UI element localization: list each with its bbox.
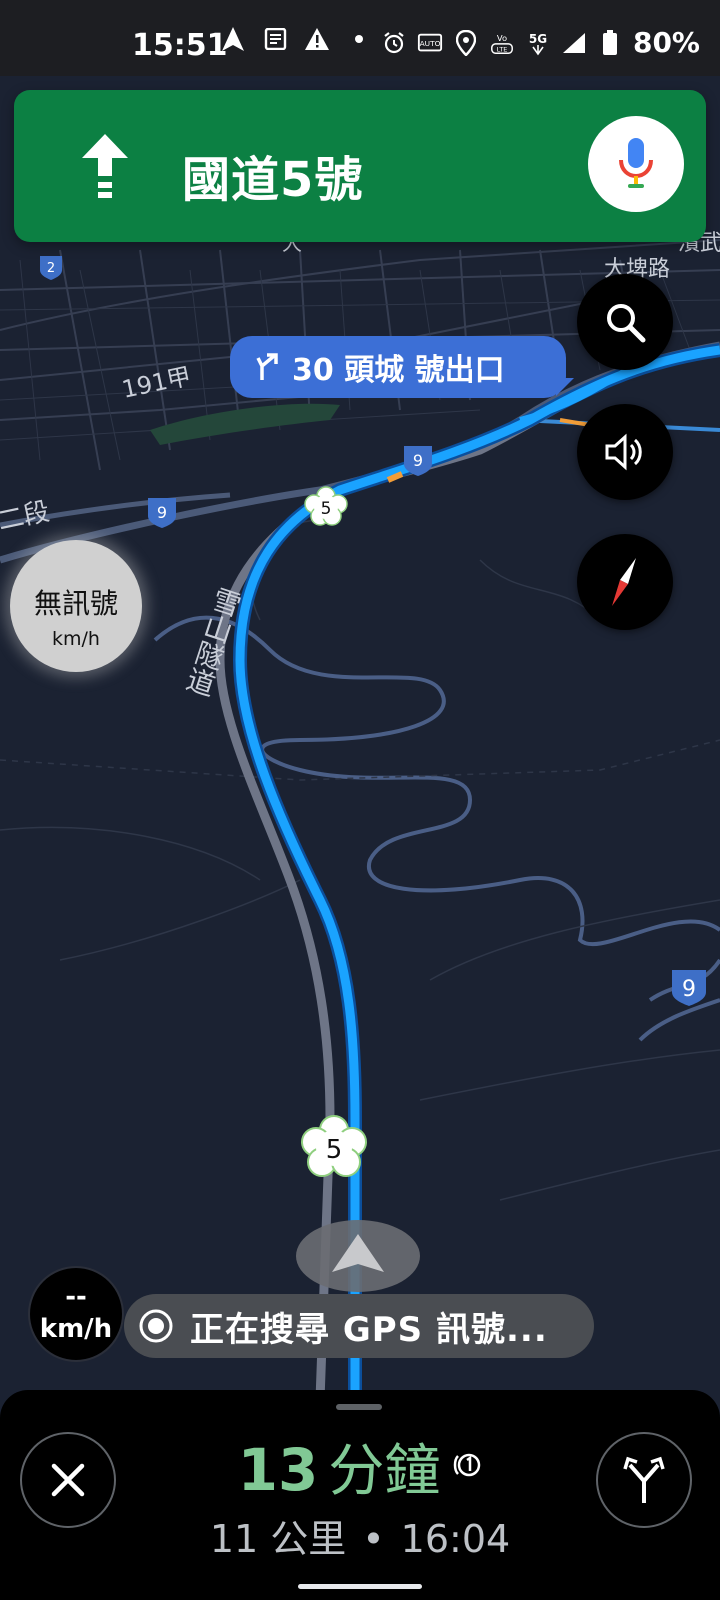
dot-icon [346, 26, 372, 52]
current-location-marker [296, 1220, 420, 1292]
location-icon [453, 29, 479, 56]
exit-label: 30 頭城 號出口 [292, 353, 505, 388]
voice-search-button[interactable] [588, 116, 684, 212]
svg-text:LTE: LTE [497, 45, 508, 53]
search-icon [607, 304, 646, 343]
battery-percent: 80% [632, 26, 700, 59]
status-left-icons [220, 26, 372, 52]
svg-text:9: 9 [157, 503, 167, 522]
navigation-banner[interactable]: 國道5號 [14, 90, 706, 242]
svg-text:5: 5 [321, 499, 332, 519]
home-indicator[interactable] [298, 1584, 422, 1589]
volume-icon [605, 433, 642, 471]
exit-callout[interactable]: 30 頭城 號出口 [230, 336, 566, 398]
alarm-icon [381, 30, 407, 56]
fork-route-icon [623, 1456, 665, 1503]
status-time: 15:51 [132, 28, 228, 63]
speed-limit-sign: 無訊號 km/h [10, 540, 142, 672]
svg-text:5: 5 [326, 1135, 343, 1165]
mic-icon [619, 138, 653, 188]
sheet-drag-handle[interactable] [336, 1404, 382, 1410]
map-view[interactable]: 9 9 9 2 5 5 191甲 大埤路 濱武 二段 大 雪山隧道 [0, 76, 720, 1396]
exit-arrow-icon [256, 353, 278, 380]
auto-brightness-icon: AUTO [417, 30, 443, 56]
svg-text:9: 9 [413, 451, 423, 470]
volte-icon: Vo LTE [489, 30, 515, 56]
eta-minutes: 13 [237, 1436, 319, 1504]
svg-text:Vo: Vo [497, 33, 507, 43]
exit-callout-tail [556, 378, 574, 396]
warning-icon [304, 26, 330, 52]
navigation-arrow-icon [220, 26, 246, 52]
status-right-icons: AUTO Vo LTE 5G 80% [381, 26, 700, 59]
eta-minutes-unit: 分鐘 [328, 1439, 441, 1504]
status-bar: 15:51 AUTO Vo LTE 5G 80% [0, 0, 720, 76]
trip-bottom-sheet[interactable]: 13 分鐘 11 公里 • 16:04 [0, 1390, 720, 1600]
svg-text:2: 2 [47, 261, 55, 276]
map-canvas[interactable]: 9 9 9 2 5 5 191甲 大埤路 濱武 二段 大 雪山隧道 [0, 76, 720, 1396]
compass-button[interactable] [577, 534, 673, 630]
network-label: 5G [529, 32, 547, 46]
battery-icon [597, 29, 623, 56]
traffic-info-icon [452, 1450, 482, 1480]
speed-unit: km/h [39, 1314, 113, 1344]
search-button[interactable] [577, 274, 673, 370]
trip-distance: 11 公里 [209, 1517, 347, 1561]
gps-status-text: 正在搜尋 GPS 訊號... [190, 1309, 548, 1350]
sound-button[interactable] [577, 404, 673, 500]
route-options-button[interactable] [596, 1432, 692, 1528]
speed-limit-unit: km/h [52, 628, 100, 650]
auto-label: AUTO [420, 38, 441, 47]
speedometer: -- km/h [28, 1266, 124, 1362]
compass-icon [612, 558, 636, 606]
speed-limit-text: 無訊號 [33, 587, 118, 620]
news-icon [262, 26, 288, 52]
trip-separator: • [362, 1517, 385, 1561]
svg-text:9: 9 [682, 977, 696, 1002]
gps-target-icon [139, 1309, 173, 1343]
current-speed: -- [65, 1282, 87, 1312]
signal-icon [561, 30, 587, 56]
arrival-time: 16:04 [400, 1517, 511, 1561]
nav-street-name: 國道5號 [182, 152, 364, 208]
straight-arrow-icon [70, 128, 140, 208]
gps-status-toast: 正在搜尋 GPS 訊號... [124, 1294, 594, 1358]
network-5g-icon: 5G [525, 30, 551, 56]
